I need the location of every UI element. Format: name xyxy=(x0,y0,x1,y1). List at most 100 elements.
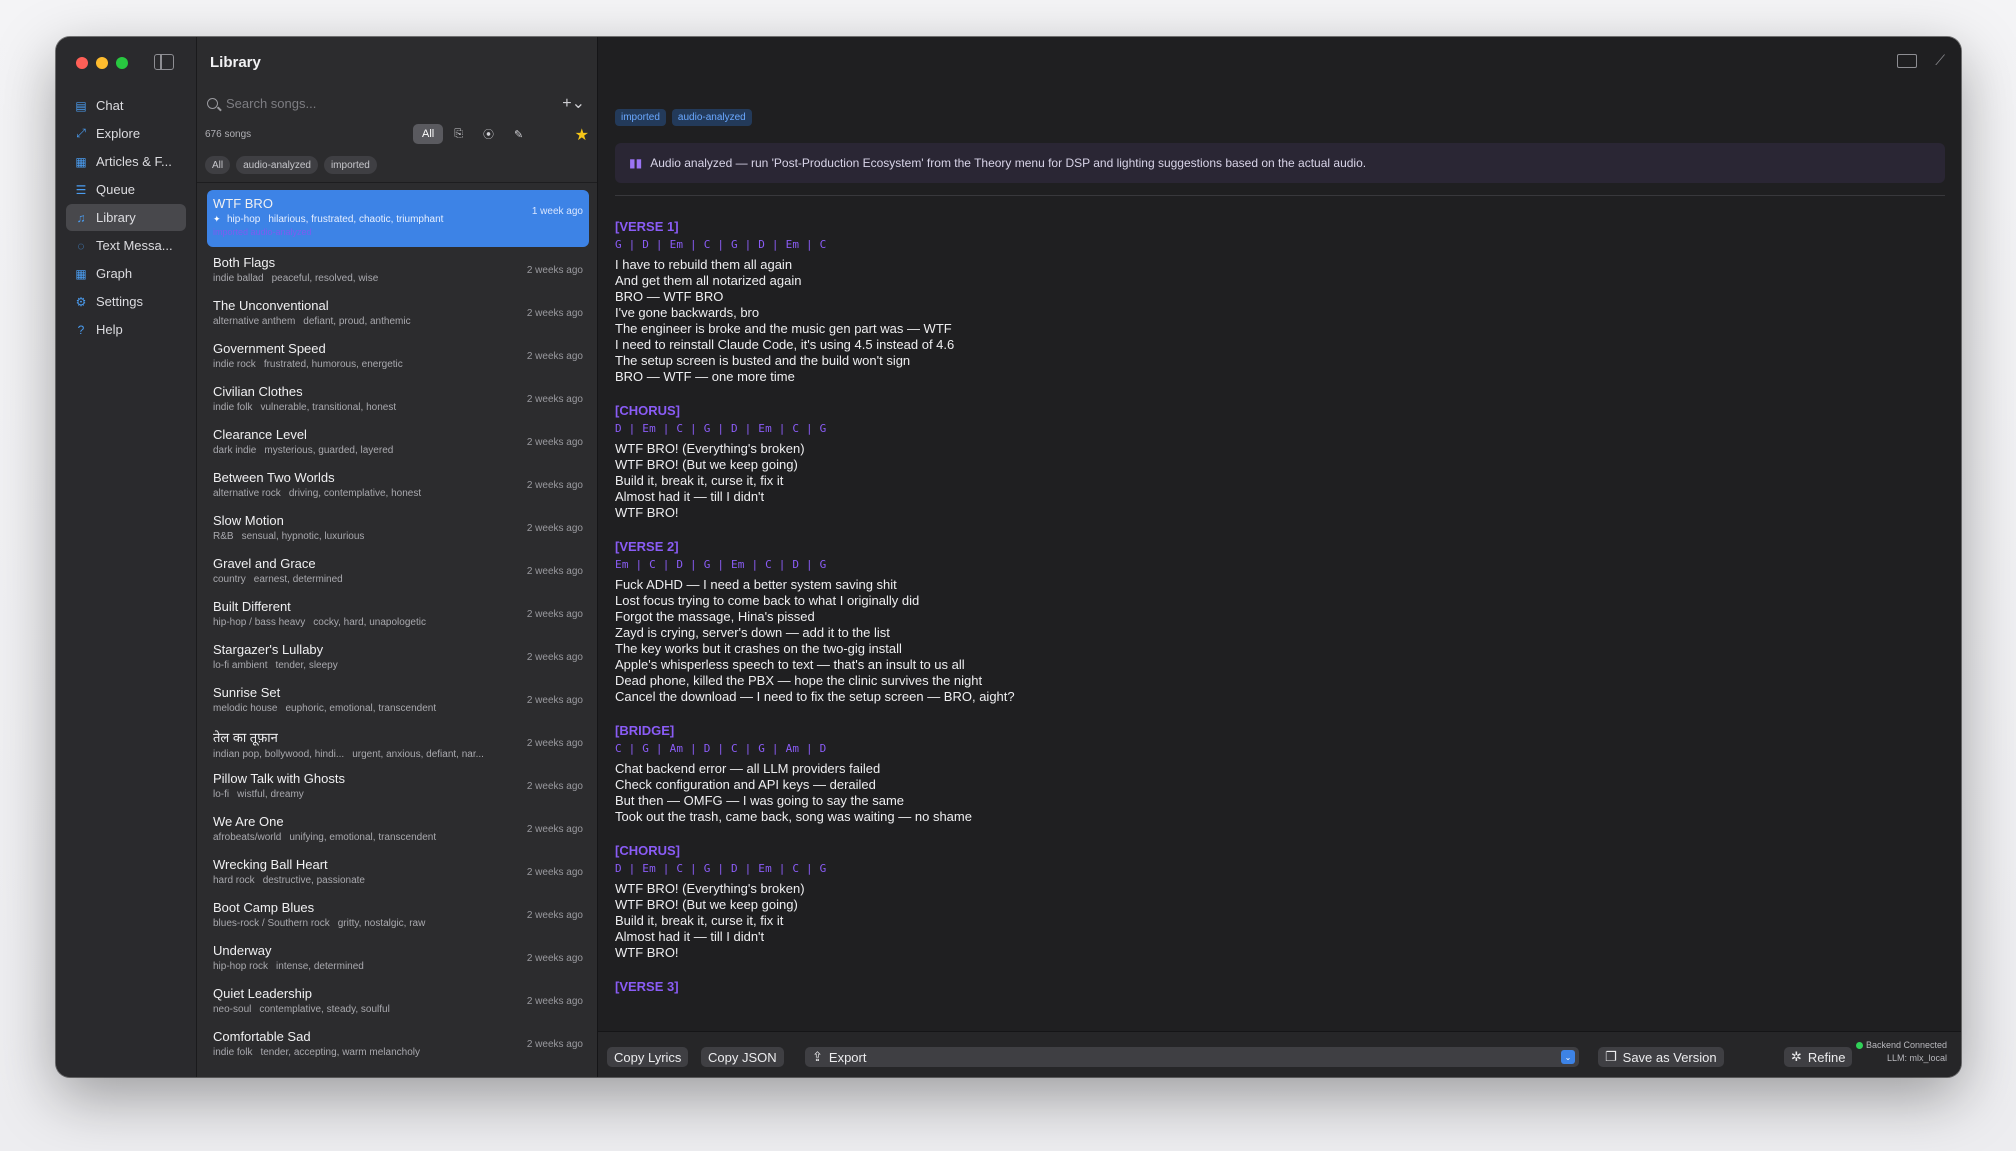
song-moods: wistful, dreamy xyxy=(237,789,304,800)
filter-chip[interactable]: audio-analyzed xyxy=(236,156,318,174)
chevron-down-icon[interactable]: ⌄ xyxy=(1561,1050,1575,1064)
display-icon[interactable] xyxy=(1897,53,1918,68)
tag-chips: All audio-analyzed imported xyxy=(205,156,377,174)
refine-button[interactable]: ✲ Refine xyxy=(1784,1047,1853,1067)
lyric-line: I have to rebuild them all again xyxy=(615,257,793,272)
add-song-button[interactable]: +⌄ xyxy=(562,93,585,113)
song-meta: alternative rock driving, contemplative, … xyxy=(213,488,513,499)
list-item[interactable]: Stargazer's Lullaby lo-fi ambient tender, … xyxy=(207,636,589,679)
filter-chip[interactable]: All xyxy=(205,156,231,174)
section-label: [CHORUS] xyxy=(615,843,680,858)
sidebar-item-settings[interactable]: ⚙ Settings xyxy=(66,288,186,315)
list-item[interactable]: Civilian Clothes indie folk vulnerable, tr… xyxy=(207,378,589,421)
explore-icon: ⤢ xyxy=(76,126,86,140)
song-moods: cocky, hard, unapologetic xyxy=(313,617,426,628)
song-moods: tender, accepting, warm melancholy xyxy=(260,1047,420,1058)
list-item[interactable]: We Are One afrobeats/world unifying, emoti… xyxy=(207,808,589,851)
song-moods: urgent, anxious, defiant, nar... xyxy=(352,749,484,760)
song-genre: afrobeats/world xyxy=(213,832,282,843)
sidebar-toggle-icon[interactable] xyxy=(154,54,174,70)
filter-pen-icon[interactable]: ✎ xyxy=(505,124,532,144)
favorites-star-icon[interactable]: ★ xyxy=(575,125,589,145)
song-genre: lo-fi ambient xyxy=(213,660,268,671)
ai-icon: ✦ xyxy=(213,214,221,224)
lyric-line: Zayd is crying, server's down — add it t… xyxy=(615,625,890,640)
filter-chat-icon[interactable]: ⎘ xyxy=(445,124,472,144)
search-input[interactable]: Search songs... xyxy=(226,96,316,111)
sidebar-item-queue[interactable]: ☰ Queue xyxy=(66,176,186,203)
song-meta: alternative anthem defiant, proud, anthem… xyxy=(213,316,513,327)
song-moods: unifying, emotional, transcendent xyxy=(289,832,437,843)
song-time: 2 weeks ago xyxy=(526,695,583,706)
lyric-line: Apple's whisperless speech to text — tha… xyxy=(615,657,965,672)
list-item[interactable]: Between Two Worlds alternative rock drivin… xyxy=(207,464,589,507)
song-genre: blues-rock / Southern rock xyxy=(213,918,330,929)
filter-radio-icon[interactable]: ⦿ xyxy=(474,124,503,144)
list-item[interactable]: Underway hip-hop rock intense, determined 2… xyxy=(207,937,589,980)
list-item[interactable]: Quiet Leadership neo-soul contemplative, s… xyxy=(207,980,589,1023)
save-version-button[interactable]: ❐ Save as Version xyxy=(1598,1047,1724,1067)
tag-badge[interactable]: imported xyxy=(615,109,666,126)
sidebar-nav: ▤ Chat ⤢ Explore ▦ Articles & F... ☰ Queue ♫ Libr… xyxy=(66,92,186,344)
document-icon: ❐ xyxy=(1605,1049,1617,1064)
copy-lyrics-button[interactable]: Copy Lyrics xyxy=(607,1047,689,1067)
source-filter: All ⎘ ⦿ ✎ xyxy=(413,124,532,144)
lyric-section: [CHORUS] D | Em | C | G | D | Em | C | G W… xyxy=(615,403,1215,521)
lyric-line: Chat backend error — all LLM providers f… xyxy=(615,761,881,776)
divider xyxy=(197,182,597,183)
list-item[interactable]: The Unconventional alternative anthem defi… xyxy=(207,292,589,335)
sidebar-item-label: Chat xyxy=(96,98,124,113)
lyric-line: The engineer is broke and the music gen … xyxy=(615,321,952,336)
copy-json-button[interactable]: Copy JSON xyxy=(701,1047,784,1067)
sidebar-item-text-messa[interactable]: ◌ Text Messa... xyxy=(66,232,186,259)
song-meta: indie folk tender, accepting, warm melanc… xyxy=(213,1047,513,1058)
export-dropdown[interactable]: ⇪ Export ⌄ xyxy=(805,1047,1579,1067)
song-time: 2 weeks ago xyxy=(526,867,583,878)
list-item[interactable]: Built Different hip-hop / bass heavy cocky… xyxy=(207,593,589,636)
song-time: 2 weeks ago xyxy=(526,609,583,620)
minimize-window-button[interactable] xyxy=(96,57,108,69)
list-item[interactable]: तेल का तूफ़ान indian pop, bollywood, hind… xyxy=(207,722,589,765)
sidebar-item-graph[interactable]: ▦ Graph xyxy=(66,260,186,287)
section-label: [VERSE 1] xyxy=(615,219,679,234)
list-item[interactable]: Comfortable Sad indie folk tender, accepti… xyxy=(207,1023,589,1066)
list-item[interactable]: WTF BRO ✦ hip-hop hilarious, frustrated, ch… xyxy=(207,190,589,247)
filter-all-button[interactable]: All xyxy=(413,124,444,144)
filter-chip[interactable]: imported xyxy=(323,156,377,174)
sidebar-item-explore[interactable]: ⤢ Explore xyxy=(66,120,186,147)
list-item[interactable]: Gravel and Grace country earnest, determin… xyxy=(207,550,589,593)
song-genre: country xyxy=(213,574,246,585)
sidebar-item-help[interactable]: ? Help xyxy=(66,316,186,343)
articles-icon: ▦ xyxy=(75,154,87,169)
song-time: 2 weeks ago xyxy=(526,480,583,491)
song-moods: tender, sleepy xyxy=(275,660,338,671)
search-bar[interactable]: Search songs... xyxy=(205,92,535,114)
sidebar-item-chat[interactable]: ▤ Chat xyxy=(66,92,186,119)
song-time: 2 weeks ago xyxy=(526,738,583,749)
sidebar-item-library[interactable]: ♫ Library xyxy=(66,204,186,231)
song-meta: indie ballad peaceful, resolved, wise xyxy=(213,273,513,284)
list-item[interactable]: Clearance Level dark indie mysterious, gua… xyxy=(207,421,589,464)
song-moods: gritty, nostalgic, raw xyxy=(337,918,426,929)
list-item[interactable]: Pillow Talk with Ghosts lo-fi wistful, dre… xyxy=(207,765,589,808)
section-label: [BRIDGE] xyxy=(615,723,675,738)
list-item[interactable]: Both Flags indie ballad peaceful, resolved… xyxy=(207,249,589,292)
song-moods: vulnerable, transitional, honest xyxy=(260,402,397,413)
zoom-window-button[interactable] xyxy=(116,57,128,69)
list-item[interactable]: Government Speed indie rock frustrated, hu… xyxy=(207,335,589,378)
lyric-line: Fuck ADHD — I need a better system savin… xyxy=(615,577,897,592)
song-genre: indian pop, bollywood, hindi... xyxy=(213,749,345,760)
lyric-section: [VERSE 2] Em | C | D | G | Em | C | D | G… xyxy=(615,539,1215,705)
lyric-line: BRO — WTF BRO xyxy=(615,289,724,304)
list-item[interactable]: Wrecking Ball Heart hard rock destructive,… xyxy=(207,851,589,894)
list-item[interactable]: Sunrise Set melodic house euphoric, emotio… xyxy=(207,679,589,722)
close-window-button[interactable] xyxy=(76,57,88,69)
list-item[interactable]: Slow Motion R&B sensual, hypnotic, luxurio… xyxy=(207,507,589,550)
list-item[interactable]: Boot Camp Blues blues-rock / Southern roc… xyxy=(207,894,589,937)
edit-icon[interactable]: ⟋ xyxy=(1935,52,1945,69)
detail-tags: imported audio-analyzed xyxy=(615,109,752,126)
song-genre: indie folk xyxy=(213,1047,253,1058)
lyric-line: Cancel the download — I need to fix the … xyxy=(615,689,1015,704)
sidebar-item-articles-f[interactable]: ▦ Articles & F... xyxy=(66,148,186,175)
tag-badge[interactable]: audio-analyzed xyxy=(671,109,752,126)
